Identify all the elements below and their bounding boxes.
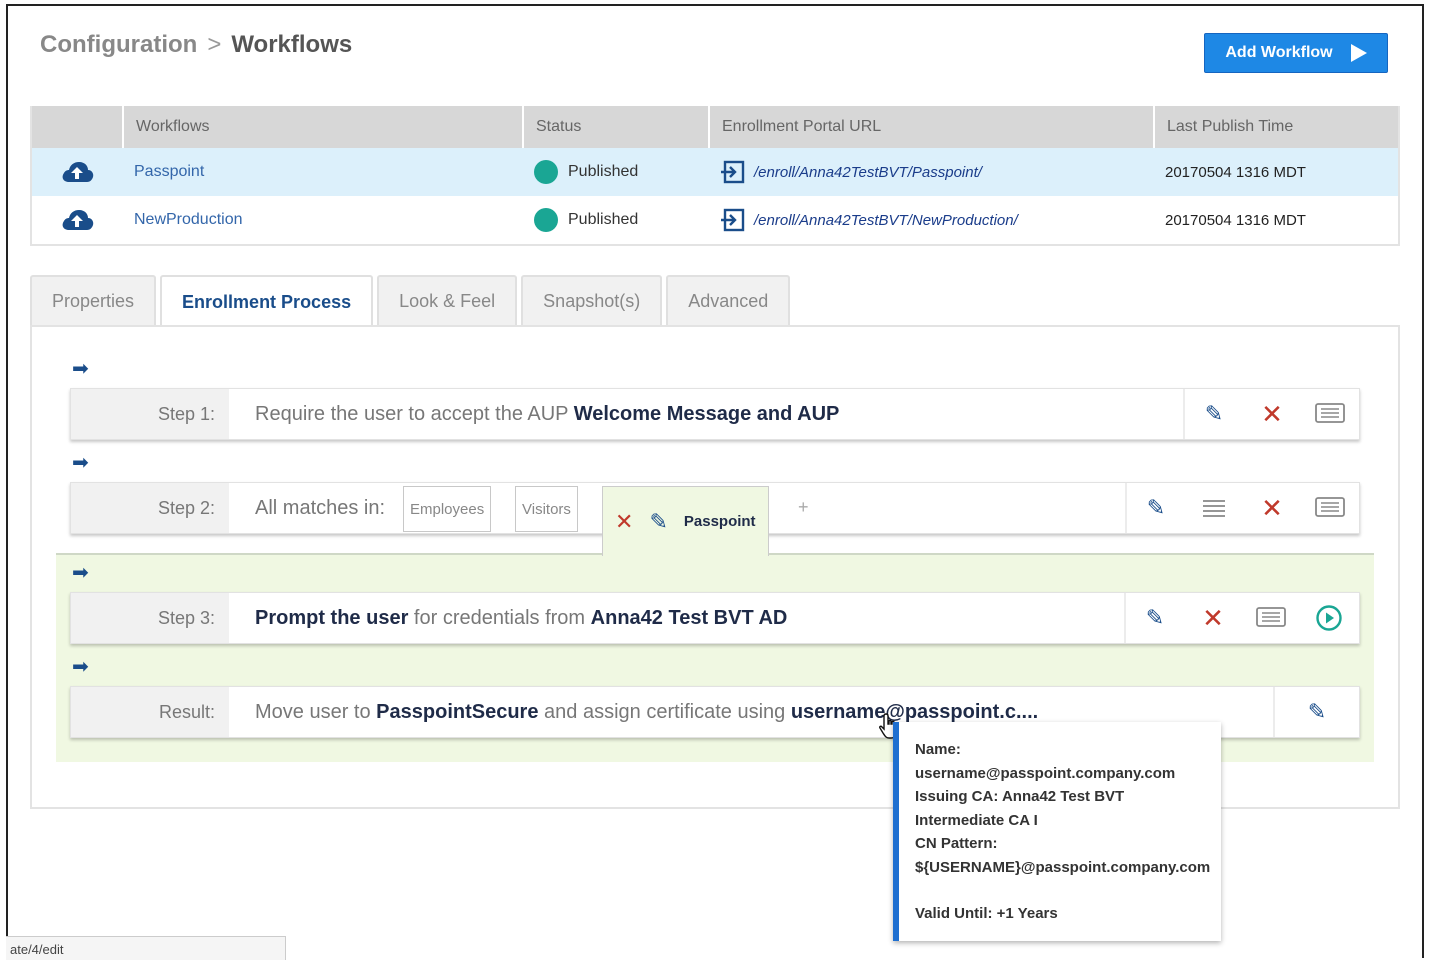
tab-look-and-feel[interactable]: Look & Feel	[377, 275, 518, 325]
tooltip-spacer	[915, 879, 1221, 902]
header-url[interactable]: Enrollment Portal URL	[708, 106, 1153, 148]
tooltip-line: username@passpoint.company.com	[915, 764, 1176, 782]
browser-status-bar: ate/4/edit	[6, 936, 286, 960]
step-description: All matches in:	[255, 496, 386, 519]
portal-url[interactable]: /enroll/Anna42TestBVT/Passpoint/	[754, 164, 982, 181]
portal-link-icon[interactable]	[720, 160, 746, 184]
step-source[interactable]: Anna42 Test BVT AD	[591, 607, 788, 629]
status-dot-icon	[534, 160, 558, 184]
branch-chip-visitors[interactable]: Visitors	[515, 486, 578, 532]
delete-x-icon[interactable]: ✕	[1243, 483, 1301, 533]
tab-advanced[interactable]: Advanced	[666, 275, 791, 325]
url-cell: /enroll/Anna42TestBVT/Passpoint/	[708, 148, 1153, 196]
header-time[interactable]: Last Publish Time	[1153, 106, 1398, 148]
details-list-icon[interactable]	[1301, 483, 1359, 533]
tooltip-line: Intermediate CA I	[915, 811, 1038, 829]
edit-pencil-icon[interactable]: ✎	[649, 509, 667, 535]
delete-x-icon[interactable]: ✕	[1243, 389, 1301, 439]
play-circle-icon[interactable]	[1300, 593, 1358, 643]
cloud-upload-icon[interactable]	[32, 148, 122, 196]
header-workflows[interactable]: Workflows	[122, 106, 522, 148]
tooltip-line: CN Pattern:	[915, 835, 998, 852]
edit-pencil-icon[interactable]: ✎	[1125, 483, 1185, 533]
tooltip-line: ${USERNAME}@passpoint.company.com	[915, 858, 1211, 876]
step-description: Require the user to accept the AUP Welco…	[229, 403, 839, 426]
add-branch-plus-icon[interactable]: +	[798, 497, 809, 518]
result-certificate[interactable]: username@passpoint.c....	[791, 701, 1038, 723]
header-status[interactable]: Status	[522, 106, 708, 148]
edit-pencil-icon[interactable]: ✎	[1183, 389, 1243, 439]
publish-time: 20170504 1316 MDT	[1165, 211, 1306, 229]
flow-arrow-icon: ➡	[72, 452, 89, 474]
header-icon-col	[32, 106, 122, 148]
tab-bar: Properties Enrollment Process Look & Fee…	[30, 275, 794, 327]
cloud-upload-icon[interactable]	[32, 196, 122, 244]
tooltip-valid-until: Valid Until: +1 Years	[915, 905, 1058, 922]
result-text: Move user to	[255, 700, 377, 723]
step-actions: ✎ ✕	[1183, 389, 1359, 439]
status-cell: Published	[522, 196, 708, 244]
flow-arrow-icon: ➡	[72, 656, 89, 678]
publish-time: 20170504 1316 MDT	[1165, 163, 1306, 181]
result-text: and assign certificate using	[538, 700, 791, 723]
tooltip-line: Name:	[915, 741, 961, 758]
tab-snapshots[interactable]: Snapshot(s)	[521, 275, 663, 325]
edit-pencil-icon[interactable]: ✎	[1124, 593, 1184, 643]
step-actions: ✎ ✕	[1124, 593, 1358, 643]
tooltip-line: Issuing CA: Anna42 Test BVT	[915, 788, 1125, 805]
flow-arrow-icon: ➡	[72, 358, 89, 380]
step-text: for credentials from	[408, 606, 591, 629]
details-list-icon[interactable]	[1301, 389, 1359, 439]
table-row[interactable]: NewProduction Published /enroll/Anna42Te…	[32, 196, 1398, 244]
add-workflow-label: Add Workflow	[1225, 44, 1333, 61]
table-row[interactable]: Passpoint Published /enroll/Anna42TestBV…	[32, 148, 1398, 196]
page-title: Workflows	[231, 31, 353, 58]
tab-enrollment-process[interactable]: Enrollment Process	[160, 275, 374, 327]
result-network[interactable]: PasspointSecure	[376, 701, 538, 723]
step-3-row: Step 3: Prompt the user for credentials …	[70, 592, 1360, 644]
result-description: Move user to PasspointSecure and assign …	[229, 701, 1038, 724]
step-description: Prompt the user for credentials from Ann…	[229, 607, 787, 630]
details-list-icon[interactable]	[1242, 593, 1300, 643]
step-1-row: Step 1: Require the user to accept the A…	[70, 388, 1360, 440]
tab-properties[interactable]: Properties	[30, 275, 157, 325]
status-text: Published	[568, 163, 639, 180]
certificate-tooltip: Name: username@passpoint.company.com Iss…	[893, 722, 1221, 941]
status-text: Published	[568, 211, 639, 228]
reorder-lines-icon[interactable]	[1185, 483, 1243, 533]
breadcrumb: Configuration > Workflows	[40, 31, 352, 59]
flow-arrow-icon: ➡	[72, 562, 89, 584]
step-text: Require the user to accept the AUP	[255, 402, 574, 425]
breadcrumb-separator: >	[207, 31, 222, 58]
play-arrow-icon	[1350, 44, 1367, 62]
portal-url[interactable]: /enroll/Anna42TestBVT/NewProduction/	[754, 212, 1018, 229]
url-cell: /enroll/Anna42TestBVT/NewProduction/	[708, 196, 1153, 244]
status-dot-icon	[534, 208, 558, 232]
branch-chip-label: Passpoint	[683, 513, 756, 530]
step-target[interactable]: Welcome Message and AUP	[574, 403, 840, 425]
step-label: Step 3:	[71, 593, 229, 643]
edit-pencil-icon[interactable]: ✎	[1273, 687, 1359, 737]
step-target[interactable]: Prompt the user	[255, 607, 408, 629]
step-label: Step 2:	[71, 483, 229, 533]
workflow-name[interactable]: Passpoint	[122, 148, 522, 196]
workflow-name[interactable]: NewProduction	[122, 196, 522, 244]
step-actions: ✎ ✕	[1125, 483, 1359, 533]
result-label: Result:	[71, 687, 229, 737]
workflows-table: Workflows Status Enrollment Portal URL L…	[30, 106, 1400, 246]
portal-link-icon[interactable]	[720, 208, 746, 232]
step-label: Step 1:	[71, 389, 229, 439]
breadcrumb-parent[interactable]: Configuration	[40, 31, 197, 58]
status-cell: Published	[522, 148, 708, 196]
add-workflow-button[interactable]: Add Workflow	[1204, 33, 1388, 73]
branch-chip-passpoint[interactable]: ✕ ✎ Passpoint	[602, 486, 769, 556]
remove-x-icon[interactable]: ✕	[615, 509, 633, 535]
branch-chip-employees[interactable]: Employees	[403, 486, 492, 532]
delete-x-icon[interactable]: ✕	[1184, 593, 1242, 643]
result-actions: ✎	[1273, 687, 1359, 737]
table-header: Workflows Status Enrollment Portal URL L…	[32, 106, 1398, 148]
